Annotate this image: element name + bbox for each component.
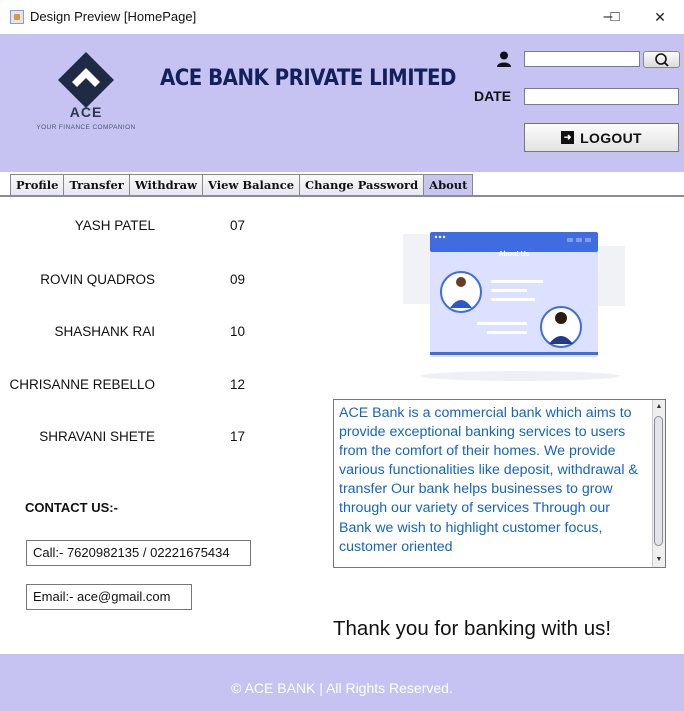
logout-icon: ➜ — [561, 131, 575, 144]
logo-name: ACE — [69, 104, 103, 120]
java-app-icon — [10, 10, 24, 24]
contact-label: CONTACT US:- — [25, 500, 118, 515]
logout-button[interactable]: ➜ LOGOUT — [524, 123, 679, 152]
user-icon — [497, 51, 511, 67]
tab-bar: Profile Transfer Withdraw View Balance C… — [10, 174, 474, 196]
team-member-number: 09 — [230, 272, 246, 287]
team-member-name: YASH PATEL — [74, 218, 155, 233]
footer: © ACE BANK | All Rights Reserved. — [0, 654, 684, 711]
tab-withdraw[interactable]: Withdraw — [128, 174, 204, 196]
tab-view-balance[interactable]: View Balance — [202, 174, 301, 196]
team-member-name: ROVIN QUADROS — [40, 272, 155, 287]
maximize-button[interactable]: □ — [600, 6, 630, 28]
window-title: Design Preview [HomePage] — [30, 9, 197, 24]
about-scrollbar[interactable]: ▲ ▼ — [652, 400, 665, 567]
team-member-number: 10 — [230, 324, 246, 339]
close-button[interactable]: ✕ — [645, 6, 675, 28]
ace-logo-icon — [58, 52, 114, 108]
tab-divider — [0, 195, 684, 197]
tab-transfer[interactable]: Transfer — [63, 174, 130, 196]
tab-about[interactable]: About — [423, 174, 474, 196]
team-member-number: 17 — [230, 429, 246, 444]
footer-copyright: © ACE BANK | All Rights Reserved. — [231, 680, 453, 696]
tab-change-password[interactable]: Change Password — [299, 174, 425, 196]
team-member-name: SHRAVANI SHETE — [39, 429, 155, 444]
tab-profile[interactable]: Profile — [10, 174, 65, 196]
user-search-input[interactable] — [524, 51, 640, 67]
date-field[interactable] — [524, 88, 679, 105]
bank-title: ACE BANK PRIVATE LIMITED — [160, 66, 456, 91]
email-info: Email:- ace@gmail.com — [26, 584, 192, 610]
scroll-up-arrow-icon[interactable]: ▲ — [653, 401, 665, 413]
team-member-number: 07 — [230, 218, 246, 233]
thanks-message: Thank you for banking with us! — [333, 617, 612, 640]
window-titlebar: Design Preview [HomePage] – □ ✕ — [0, 0, 684, 34]
illustration-card-title: About Us — [498, 251, 529, 258]
team-member-name: CHRISANNE REBELLO — [9, 377, 155, 392]
scroll-down-arrow-icon[interactable]: ▼ — [653, 554, 665, 566]
about-text-area[interactable]: ACE Bank is a commercial bank which aims… — [333, 399, 666, 568]
team-member-name: SHASHANK RAI — [54, 324, 155, 339]
logo-tagline: YOUR FINANCE COMPANION — [36, 124, 136, 131]
date-label: DATE — [474, 88, 512, 104]
about-us-illustration: About Us — [403, 232, 625, 381]
about-description: ACE Bank is a commercial bank which aims… — [339, 405, 638, 555]
call-info: Call:- 7620982135 / 02221675434 — [26, 540, 251, 566]
logout-label: LOGOUT — [580, 129, 642, 146]
search-icon — [655, 53, 669, 67]
search-button[interactable] — [643, 51, 680, 68]
header-banner: ACE YOUR FINANCE COMPANION ACE BANK PRIV… — [0, 34, 684, 172]
team-member-number: 12 — [230, 377, 246, 392]
scroll-thumb[interactable] — [654, 416, 663, 546]
